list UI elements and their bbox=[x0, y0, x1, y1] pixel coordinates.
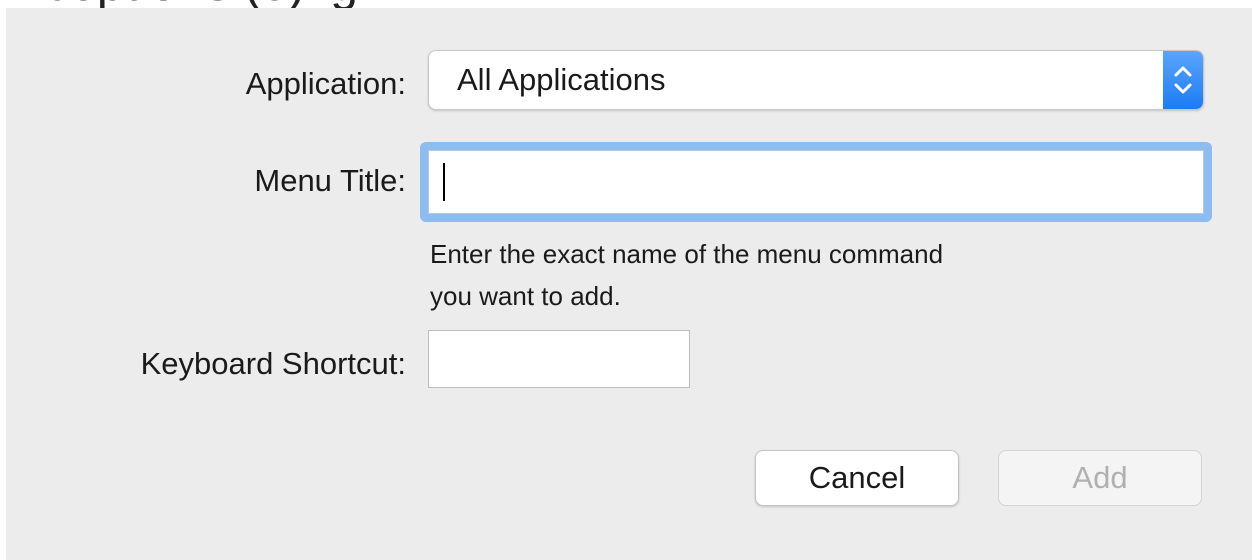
keyboard-shortcut-label: Keyboard Shortcut: bbox=[140, 346, 406, 381]
add-button[interactable]: Add bbox=[998, 450, 1202, 506]
application-label: Application: bbox=[245, 66, 406, 101]
menu-title-help-line-2: you want to add. bbox=[430, 281, 621, 311]
menu-title-field[interactable] bbox=[428, 150, 1204, 214]
keyboard-shortcut-field[interactable] bbox=[428, 330, 690, 388]
text-caret bbox=[443, 163, 445, 201]
menu-title-label: Menu Title: bbox=[254, 163, 406, 198]
page: ceptions (0) ign Application: All Applic… bbox=[0, 0, 1252, 560]
chevron-up-down-icon[interactable] bbox=[1163, 51, 1203, 109]
cancel-button[interactable]: Cancel bbox=[755, 450, 959, 506]
background-window-header: ceptions (0) ign bbox=[0, 0, 1252, 8]
menu-title-help: Enter the exact name of the menu command… bbox=[430, 233, 1190, 317]
application-popup[interactable]: All Applications bbox=[428, 50, 1204, 110]
background-window-text: ceptions (0) ign bbox=[44, 0, 386, 8]
application-popup-value: All Applications bbox=[457, 62, 666, 97]
menu-title-help-line-1: Enter the exact name of the menu command bbox=[430, 239, 944, 269]
